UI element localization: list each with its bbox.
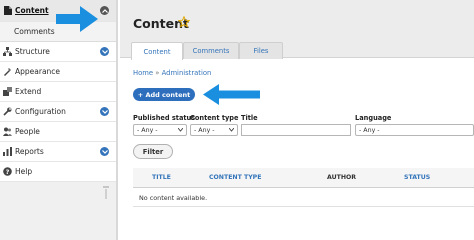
sidebar-empty-area xyxy=(0,182,116,240)
sidebar-item-label: Appearance xyxy=(15,67,61,76)
sidebar-item-extend[interactable]: Extend xyxy=(0,82,116,102)
sidebar-item-label: People xyxy=(15,127,40,136)
people-icon xyxy=(3,127,12,136)
filter-button[interactable]: Filter xyxy=(133,144,173,159)
published-status-value: - Any - xyxy=(137,126,158,134)
sidebar-item-people[interactable]: People xyxy=(0,122,116,142)
column-author: AUTHOR xyxy=(327,174,357,181)
sidebar-item-reports[interactable]: Reports xyxy=(0,142,116,162)
sidebar-item-label: Configuration xyxy=(15,107,66,116)
page-header: Content Content Comments Files xyxy=(120,0,474,60)
sidebar-item-label: Reports xyxy=(15,147,44,156)
star-icon[interactable] xyxy=(178,16,190,28)
chevron-down-icon xyxy=(229,128,234,132)
content-type-select[interactable]: - Any - xyxy=(190,124,238,136)
content-type-value: - Any - xyxy=(194,126,215,134)
column-status[interactable]: STATUS xyxy=(404,174,430,181)
svg-text:?: ? xyxy=(6,168,10,176)
sidebar-item-label: Help xyxy=(15,167,33,176)
admin-sidebar: Content Comments Structure Appearance Ex… xyxy=(0,0,118,240)
extend-icon xyxy=(3,87,12,96)
help-icon: ? xyxy=(3,167,12,176)
sidebar-item-label: Structure xyxy=(15,47,50,56)
wrench-icon xyxy=(3,107,12,116)
breadcrumb-administration-link[interactable]: Administration xyxy=(162,69,212,77)
published-status-label: Published status xyxy=(133,114,196,122)
add-content-button[interactable]: + Add content xyxy=(133,88,195,101)
breadcrumb: Home » Administration xyxy=(133,69,211,77)
sidebar-item-structure[interactable]: Structure xyxy=(0,42,116,62)
title-label: Title xyxy=(241,114,258,122)
chevron-down-icon xyxy=(178,128,183,132)
appearance-icon xyxy=(3,67,12,76)
language-label: Language xyxy=(355,114,392,122)
sidebar-item-appearance[interactable]: Appearance xyxy=(0,62,116,82)
chevron-down-icon[interactable] xyxy=(100,107,109,116)
language-select[interactable]: - Any - xyxy=(355,124,474,136)
tab-comments[interactable]: Comments xyxy=(183,42,239,59)
content-type-label: Content type xyxy=(190,114,239,122)
main-content: Content Content Comments Files Home » Ad… xyxy=(120,0,474,240)
title-input[interactable] xyxy=(241,124,351,136)
breadcrumb-separator: » xyxy=(155,69,160,77)
chevron-up-icon[interactable] xyxy=(100,6,109,15)
tab-files[interactable]: Files xyxy=(239,42,283,59)
content-icon xyxy=(3,6,12,15)
table-header: TITLE CONTENT TYPE AUTHOR STATUS xyxy=(133,168,474,188)
annotation-arrow-icon xyxy=(56,6,98,32)
breadcrumb-home-link[interactable]: Home xyxy=(133,69,153,77)
chevron-down-icon[interactable] xyxy=(100,47,109,56)
resize-handle-icon[interactable] xyxy=(102,186,110,200)
table-empty-message: No content available. xyxy=(133,188,474,207)
sidebar-item-configuration[interactable]: Configuration xyxy=(0,102,116,122)
published-status-select[interactable]: - Any - xyxy=(133,124,187,136)
tab-content[interactable]: Content xyxy=(131,42,183,60)
language-value: - Any - xyxy=(359,126,380,134)
sidebar-item-help[interactable]: ? Help xyxy=(0,162,116,182)
column-title[interactable]: TITLE xyxy=(152,174,171,181)
column-content-type[interactable]: CONTENT TYPE xyxy=(209,174,261,181)
annotation-arrow-icon xyxy=(203,84,260,105)
structure-icon xyxy=(3,47,12,56)
chevron-down-icon[interactable] xyxy=(100,147,109,156)
sidebar-item-label: Extend xyxy=(15,87,42,96)
reports-icon xyxy=(3,147,12,156)
